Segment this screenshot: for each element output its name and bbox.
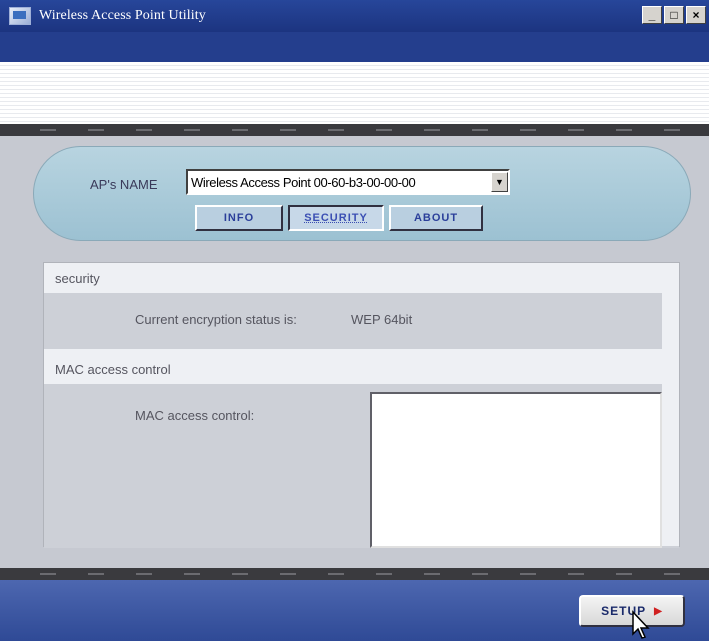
close-button[interactable]: × [686, 6, 706, 24]
arrow-right-icon: ▶ [654, 605, 663, 617]
ap-name-value: Wireless Access Point 00-60-b3-00-00-00 [191, 174, 416, 190]
header-strip [0, 32, 709, 62]
mouse-pointer-icon [632, 610, 650, 639]
security-panel: security Current encryption status is: W… [43, 262, 680, 548]
app-icon [9, 7, 31, 25]
chevron-down-icon[interactable]: ▼ [491, 172, 508, 192]
ap-selector-panel: AP's NAME Wireless Access Point 00-60-b3… [33, 146, 691, 241]
ap-name-select[interactable]: Wireless Access Point 00-60-b3-00-00-00 … [186, 169, 510, 195]
banner [0, 62, 709, 124]
tab-info[interactable]: INFO [195, 205, 283, 231]
divider-top [0, 124, 709, 136]
maximize-button[interactable]: □ [664, 6, 684, 24]
tab-bar: INFO SECURITY ABOUT [195, 205, 483, 231]
encryption-status-value: WEP 64bit [351, 312, 413, 327]
encryption-status-row: Current encryption status is: WEP 64bit [44, 293, 679, 349]
ap-name-label: AP's NAME [90, 177, 158, 192]
mac-heading: MAC access control [44, 354, 679, 384]
encryption-status-label: Current encryption status is: [135, 312, 297, 327]
main-area: AP's NAME Wireless Access Point 00-60-b3… [0, 136, 709, 568]
panel-edge [662, 263, 679, 546]
security-heading: security [44, 263, 679, 293]
mac-control-listbox[interactable] [370, 392, 662, 548]
mac-control-label: MAC access control: [135, 408, 255, 423]
divider-bottom [0, 568, 709, 580]
window-title: Wireless Access Point Utility [39, 8, 206, 23]
title-bar: Wireless Access Point Utility _ □ × [0, 0, 709, 32]
minimize-button[interactable]: _ [642, 6, 662, 24]
tab-security[interactable]: SECURITY [288, 205, 384, 231]
window-controls: _ □ × [642, 6, 706, 24]
tab-about[interactable]: ABOUT [389, 205, 483, 231]
